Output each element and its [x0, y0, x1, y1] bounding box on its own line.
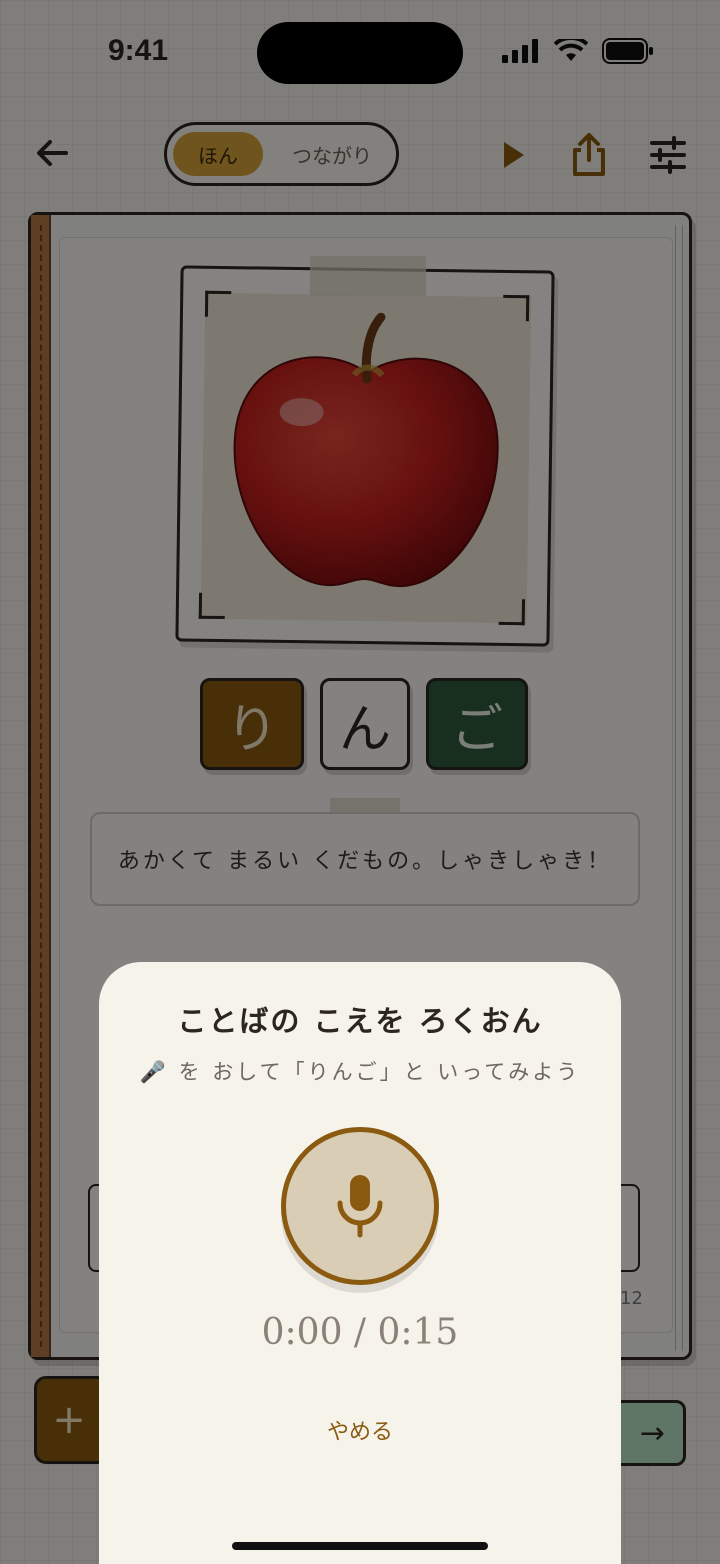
recording-timer: 0:00 / 0:15 [261, 1312, 459, 1353]
cancel-button[interactable]: やめる [300, 1406, 420, 1454]
sheet-title: ことばの こえを ろくおん [177, 1004, 543, 1038]
instruction-text: を おして「りんご」と いってみよう [178, 1060, 581, 1084]
microphone-emoji-icon: 🎤 [139, 1060, 169, 1084]
sheet-instruction: 🎤 を おして「りんご」と いってみよう [99, 1056, 621, 1086]
record-button[interactable] [281, 1127, 439, 1285]
record-voice-sheet: ことばの こえを ろくおん 🎤 を おして「りんご」と いってみよう 0:00 … [99, 962, 621, 1564]
microphone-icon [337, 1175, 383, 1238]
home-indicator[interactable] [232, 1542, 488, 1550]
